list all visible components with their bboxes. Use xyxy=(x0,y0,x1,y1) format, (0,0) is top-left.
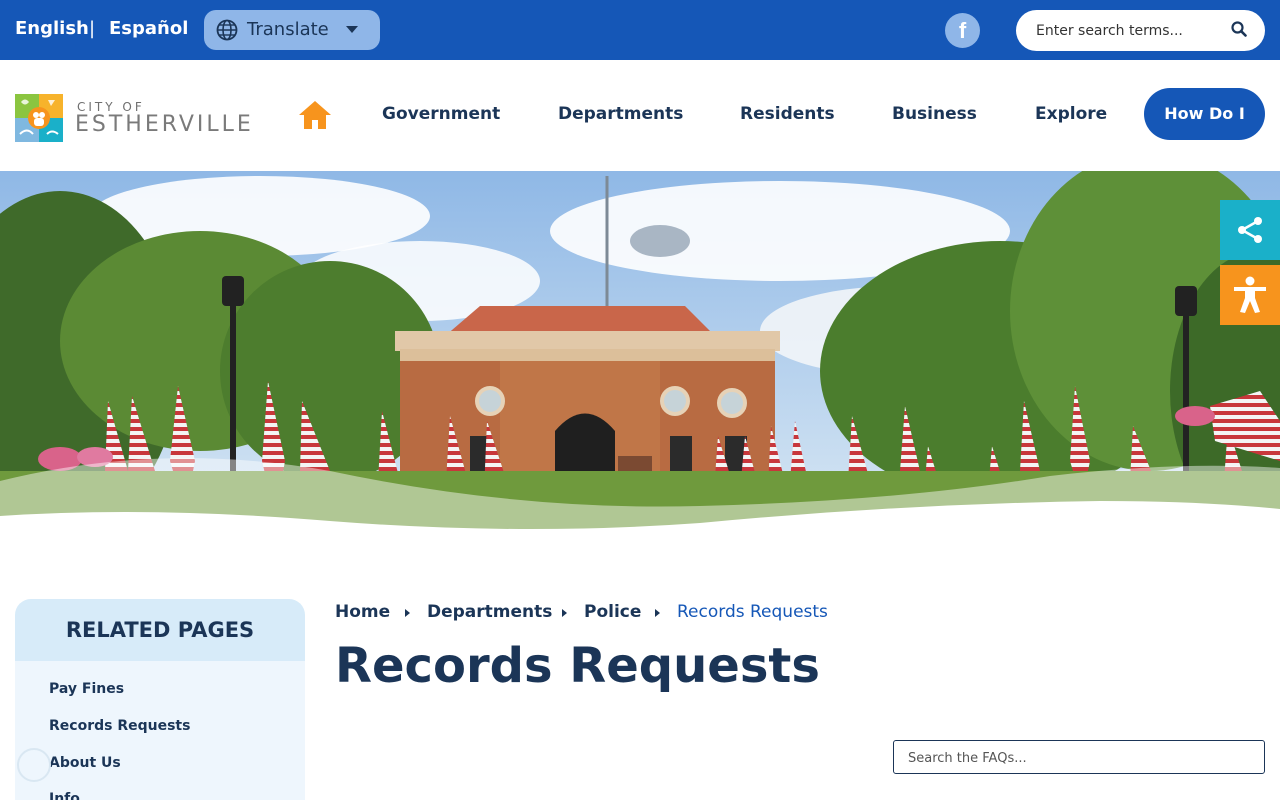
home-icon[interactable] xyxy=(298,100,332,130)
faq-search xyxy=(893,740,1265,774)
main-header: CITY OF ESTHERVILLE Government Departmen… xyxy=(0,60,1280,171)
related-link-pay-fines[interactable]: Pay Fines xyxy=(49,681,124,697)
breadcrumb-home[interactable]: Home xyxy=(335,602,390,622)
logo-mark xyxy=(15,94,63,142)
share-button[interactable] xyxy=(1220,200,1280,260)
nav-residents[interactable]: Residents xyxy=(740,104,835,124)
related-link-about-us[interactable]: About Us xyxy=(49,755,121,771)
nav-government[interactable]: Government xyxy=(382,104,500,124)
language-spanish-link[interactable]: Español xyxy=(109,18,188,39)
translate-label: Translate xyxy=(247,19,329,40)
breadcrumb-separator-icon xyxy=(655,609,660,617)
hero-banner xyxy=(0,171,1280,536)
related-pages-list: Pay Fines Records Requests About Us Info xyxy=(15,661,305,800)
related-pages-heading: RELATED PAGES xyxy=(15,599,305,661)
language-english-link[interactable]: English xyxy=(15,18,89,39)
page-title: Records Requests xyxy=(335,638,820,694)
globe-icon xyxy=(216,19,238,41)
city-logo[interactable]: CITY OF ESTHERVILLE xyxy=(15,94,265,142)
accessibility-widget-ghost[interactable] xyxy=(17,748,51,782)
nav-departments[interactable]: Departments xyxy=(558,104,683,124)
breadcrumb-police[interactable]: Police xyxy=(584,602,641,622)
accessibility-button[interactable] xyxy=(1220,265,1280,325)
facebook-icon[interactable]: f xyxy=(945,13,980,48)
nav-explore[interactable]: Explore xyxy=(1035,104,1107,124)
site-search-input[interactable] xyxy=(1036,20,1226,42)
breadcrumb-departments[interactable]: Departments xyxy=(427,602,552,622)
chevron-down-icon xyxy=(346,26,358,33)
related-link-info[interactable]: Info xyxy=(49,791,80,800)
share-icon xyxy=(1238,217,1262,243)
hero-image xyxy=(0,171,1280,536)
related-link-records-requests[interactable]: Records Requests xyxy=(49,718,190,734)
breadcrumb-separator-icon xyxy=(405,609,410,617)
utility-bar: English | Español Translate f xyxy=(0,0,1280,60)
accessibility-icon xyxy=(1234,276,1266,313)
breadcrumb-current: Records Requests xyxy=(677,602,828,622)
breadcrumb-separator-icon xyxy=(562,609,567,617)
nav-business[interactable]: Business xyxy=(892,104,977,124)
faq-search-input[interactable] xyxy=(908,749,1248,767)
logo-city-name: ESTHERVILLE xyxy=(75,112,254,137)
site-search xyxy=(1016,10,1265,51)
translate-dropdown[interactable]: Translate xyxy=(204,10,380,50)
search-icon[interactable] xyxy=(1231,21,1247,37)
related-pages-panel: RELATED PAGES Pay Fines Records Requests… xyxy=(15,599,305,800)
language-separator: | xyxy=(89,18,96,39)
how-do-i-button[interactable]: How Do I xyxy=(1144,88,1265,140)
